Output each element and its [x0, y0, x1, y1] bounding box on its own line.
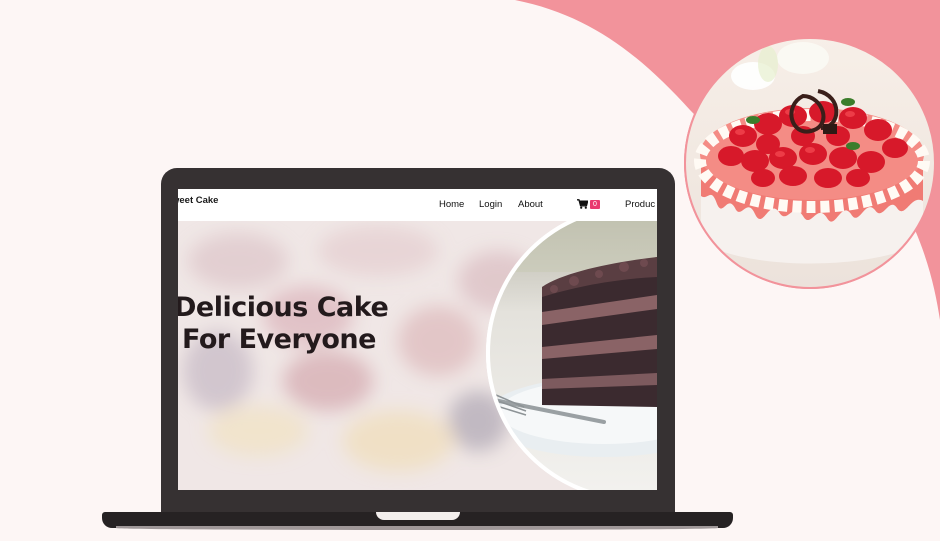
nav-link-login[interactable]: Login — [479, 199, 502, 210]
brand-logo-text[interactable]: weet Cake — [178, 195, 218, 206]
laptop-screen: Delicious Cake For Everyone weet Cake Ho… — [178, 189, 657, 490]
chocolate-cake-image — [486, 217, 657, 490]
shopping-cart-icon — [577, 199, 588, 209]
site-navbar: weet Cake Home Login About 0 Produc — [178, 189, 657, 221]
cart-button[interactable]: 0 — [577, 198, 600, 210]
hero-heading-line-1: Delicious Cake — [178, 292, 389, 323]
nav-link-about[interactable]: About — [518, 199, 543, 210]
strawberry-cake-photo — [684, 37, 936, 289]
laptop-notch — [376, 512, 460, 520]
hero-heading: Delicious Cake For Everyone — [178, 292, 389, 356]
hero-heading-line-2: For Everyone — [182, 324, 376, 355]
nav-link-products[interactable]: Produc — [625, 199, 655, 210]
laptop-base-shadow — [116, 526, 718, 530]
nav-link-home[interactable]: Home — [439, 199, 464, 210]
cart-count-badge: 0 — [590, 199, 600, 209]
